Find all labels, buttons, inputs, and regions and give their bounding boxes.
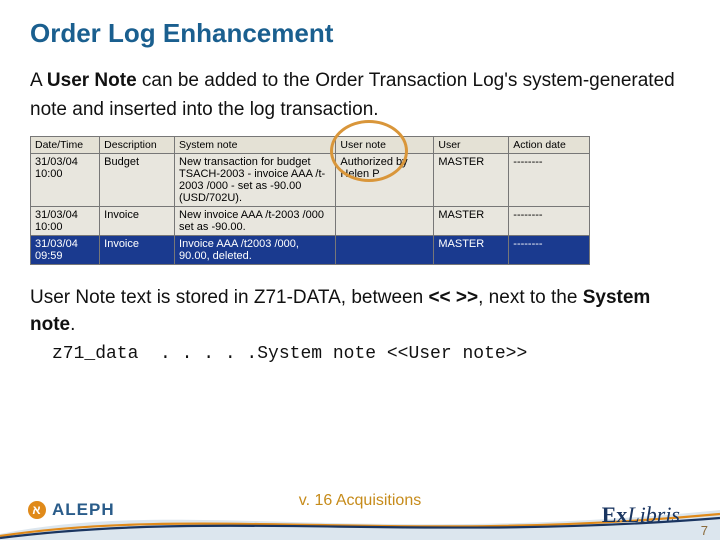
order-log-table: Date/TimeDescriptionSystem noteUser note… xyxy=(30,136,590,265)
table-cell: -------- xyxy=(509,154,590,207)
page-number: 7 xyxy=(701,523,708,538)
column-header: Description xyxy=(100,137,175,154)
table-cell: Invoice xyxy=(100,236,175,265)
table-cell: 31/03/04 09:59 xyxy=(31,236,100,265)
intro-part1: A xyxy=(30,70,47,91)
table-row[interactable]: 31/03/04 10:00BudgetNew transaction for … xyxy=(31,154,590,207)
column-header: User note xyxy=(336,137,434,154)
note2-bold1: << >> xyxy=(428,287,478,308)
note2-p1: User Note text is stored in Z71-DATA, be… xyxy=(30,287,428,308)
table-cell: MASTER xyxy=(434,207,509,236)
aleph-logo-text: ALEPH xyxy=(52,500,115,520)
table-cell: Invoice xyxy=(100,207,175,236)
note2-p2: , next to the xyxy=(478,287,583,308)
table-row[interactable]: 31/03/04 09:59InvoiceInvoice AAA /t2003 … xyxy=(31,236,590,265)
table-cell: Budget xyxy=(100,154,175,207)
log-table-container: Date/TimeDescriptionSystem noteUser note… xyxy=(30,136,590,265)
intro-bold: User Note xyxy=(47,70,137,91)
code-example: z71_data . . . . .System note <<User not… xyxy=(52,344,690,364)
slide-title: Order Log Enhancement xyxy=(30,18,690,49)
exlibris-ex: Ex xyxy=(602,502,628,527)
table-row[interactable]: 31/03/04 10:00InvoiceNew invoice AAA /t-… xyxy=(31,207,590,236)
column-header: User xyxy=(434,137,509,154)
intro-text: A User Note can be added to the Order Tr… xyxy=(30,67,690,124)
table-cell: -------- xyxy=(509,236,590,265)
table-cell xyxy=(336,236,434,265)
table-cell: MASTER xyxy=(434,236,509,265)
exlibris-logo: ExLibris xyxy=(602,502,680,528)
table-cell: Authorized by Helen P xyxy=(336,154,434,207)
table-cell: 31/03/04 10:00 xyxy=(31,207,100,236)
column-header: Action date xyxy=(509,137,590,154)
aleph-logo: א ALEPH xyxy=(28,500,115,520)
table-cell: MASTER xyxy=(434,154,509,207)
table-cell: 31/03/04 10:00 xyxy=(31,154,100,207)
table-cell: New invoice AAA /t-2003 /000 set as -90.… xyxy=(175,207,336,236)
table-cell: Invoice AAA /t2003 /000, 90.00, deleted. xyxy=(175,236,336,265)
note2-p3: . xyxy=(70,314,75,335)
column-header: System note xyxy=(175,137,336,154)
aleph-logo-icon: א xyxy=(28,501,46,519)
table-cell: -------- xyxy=(509,207,590,236)
exlibris-rest: Libris xyxy=(627,502,680,527)
footer: v. 16 Acquisitions א ALEPH ExLibris 7 xyxy=(0,482,720,540)
table-cell xyxy=(336,207,434,236)
storage-note: User Note text is stored in Z71-DATA, be… xyxy=(30,285,690,338)
table-cell: New transaction for budget TSACH-2003 - … xyxy=(175,154,336,207)
column-header: Date/Time xyxy=(31,137,100,154)
